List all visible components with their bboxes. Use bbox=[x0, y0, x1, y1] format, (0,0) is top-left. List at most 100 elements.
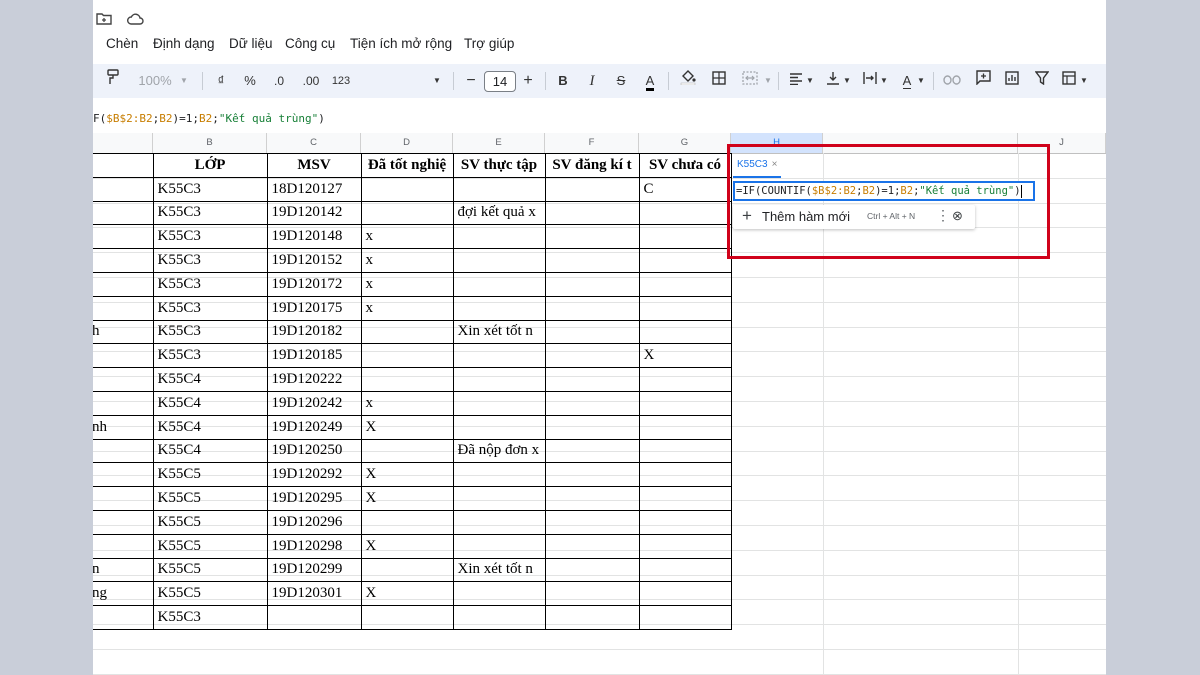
table-cell[interactable]: X bbox=[638, 343, 732, 369]
table-cell[interactable] bbox=[638, 462, 732, 488]
increase-decimal-button[interactable]: .00 bbox=[298, 64, 324, 98]
table-cell[interactable]: X bbox=[360, 414, 454, 440]
table-cell[interactable] bbox=[638, 224, 732, 250]
table-cell[interactable]: x bbox=[360, 295, 454, 321]
table-cell[interactable]: x bbox=[360, 271, 454, 297]
table-cell[interactable] bbox=[544, 248, 640, 273]
table-cell[interactable] bbox=[452, 390, 546, 416]
table-cell[interactable]: K55C5 bbox=[152, 581, 268, 607]
table-cell[interactable]: K55C3 bbox=[152, 200, 268, 226]
decrease-decimal-button[interactable]: .0 bbox=[268, 64, 290, 98]
table-cell[interactable] bbox=[638, 605, 732, 630]
formula-bar[interactable]: F($B$2:B2;B2)=1;B2;"Kết quả trùng") bbox=[93, 108, 1106, 130]
table-cell[interactable] bbox=[93, 462, 154, 488]
table-cell[interactable] bbox=[266, 605, 362, 630]
table-cell[interactable] bbox=[544, 319, 640, 345]
column-header-f[interactable]: F bbox=[545, 133, 639, 153]
table-cell[interactable]: K55C3 bbox=[152, 319, 268, 345]
column-header-c[interactable]: C bbox=[267, 133, 361, 153]
menu-format[interactable]: Định dạng bbox=[153, 36, 215, 51]
more-formats-button[interactable]: 123 bbox=[330, 64, 352, 98]
table-cell[interactable]: Đã nộp đơn x bbox=[452, 438, 546, 464]
table-cell[interactable]: x bbox=[360, 248, 454, 273]
text-rotation-icon[interactable]: A bbox=[898, 64, 916, 98]
font-chevron-down-icon[interactable]: ▼ bbox=[430, 64, 444, 98]
paint-format-icon[interactable] bbox=[103, 64, 123, 98]
menu-insert[interactable]: Chèn bbox=[106, 36, 138, 51]
header-cell[interactable]: SV chưa có bbox=[638, 153, 732, 178]
increase-font-size-button[interactable]: + bbox=[521, 64, 535, 98]
table-cell[interactable]: 19D120299 bbox=[266, 557, 362, 583]
table-cell[interactable] bbox=[452, 414, 546, 440]
table-cell[interactable]: 19D120295 bbox=[266, 486, 362, 511]
table-cell[interactable]: 19D120172 bbox=[266, 271, 362, 297]
horizontal-align-icon[interactable] bbox=[787, 64, 805, 98]
table-cell[interactable]: x bbox=[360, 390, 454, 416]
table-cell[interactable]: K55C3 bbox=[152, 605, 268, 630]
table-cell[interactable]: X bbox=[360, 486, 454, 511]
align-chevron-down-icon[interactable]: ▼ bbox=[805, 64, 815, 98]
table-cell[interactable]: K55C4 bbox=[152, 438, 268, 464]
rotation-chevron-down-icon[interactable]: ▼ bbox=[916, 64, 926, 98]
table-cell[interactable]: K55C4 bbox=[152, 367, 268, 392]
table-cell[interactable]: K55C5 bbox=[152, 462, 268, 488]
table-cell[interactable] bbox=[638, 414, 732, 440]
table-cell[interactable] bbox=[544, 295, 640, 321]
menu-help[interactable]: Trợ giúp bbox=[464, 36, 514, 51]
insert-comment-icon[interactable] bbox=[974, 64, 992, 98]
table-cell[interactable]: K55C5 bbox=[152, 486, 268, 511]
table-cell[interactable] bbox=[93, 509, 154, 535]
table-cell[interactable] bbox=[638, 367, 732, 392]
table-cell[interactable] bbox=[93, 271, 154, 297]
table-cell[interactable] bbox=[360, 557, 454, 583]
table-cell[interactable] bbox=[360, 605, 454, 630]
table-cell[interactable] bbox=[93, 605, 154, 630]
table-cell[interactable] bbox=[638, 295, 732, 321]
table-cell[interactable]: 19D120292 bbox=[266, 462, 362, 488]
table-cell[interactable] bbox=[93, 438, 154, 464]
table-cell[interactable]: K55C5 bbox=[152, 557, 268, 583]
table-cell[interactable] bbox=[638, 486, 732, 511]
table-cell[interactable]: 19D120301 bbox=[266, 581, 362, 607]
table-cell[interactable]: x bbox=[360, 224, 454, 250]
table-cell[interactable]: X bbox=[360, 581, 454, 607]
header-cell-a[interactable] bbox=[93, 153, 154, 178]
table-cell[interactable] bbox=[452, 224, 546, 250]
filter-icon[interactable] bbox=[1033, 64, 1051, 98]
cloud-status-icon[interactable] bbox=[126, 12, 144, 29]
menu-extensions[interactable]: Tiện ích mở rộng bbox=[350, 36, 452, 51]
header-cell[interactable]: SV thực tập bbox=[452, 153, 546, 178]
filter-views-icon[interactable] bbox=[1061, 64, 1079, 98]
table-cell[interactable] bbox=[93, 533, 154, 559]
table-cell[interactable] bbox=[93, 295, 154, 321]
column-header-g[interactable]: G bbox=[639, 133, 731, 153]
table-cell[interactable] bbox=[360, 319, 454, 345]
insert-chart-icon[interactable] bbox=[1003, 64, 1021, 98]
table-cell[interactable] bbox=[452, 581, 546, 607]
percent-format-button[interactable]: % bbox=[242, 64, 258, 98]
table-cell[interactable]: 19D120175 bbox=[266, 295, 362, 321]
menu-tools[interactable]: Công cụ bbox=[285, 36, 335, 51]
table-cell[interactable] bbox=[544, 557, 640, 583]
fill-color-icon[interactable] bbox=[679, 64, 697, 98]
table-cell[interactable]: K55C3 bbox=[152, 176, 268, 202]
table-cell[interactable]: h bbox=[93, 319, 154, 345]
table-cell[interactable]: 18D120127 bbox=[266, 176, 362, 202]
table-cell[interactable] bbox=[93, 224, 154, 250]
table-cell[interactable] bbox=[638, 248, 732, 273]
table-cell[interactable] bbox=[93, 343, 154, 369]
table-cell[interactable]: X bbox=[360, 533, 454, 559]
table-cell[interactable] bbox=[360, 200, 454, 226]
table-cell[interactable] bbox=[638, 581, 732, 607]
table-cell[interactable] bbox=[544, 224, 640, 250]
table-cell[interactable] bbox=[360, 176, 454, 202]
table-cell[interactable]: 19D120222 bbox=[266, 367, 362, 392]
table-cell[interactable] bbox=[544, 462, 640, 488]
move-folder-icon[interactable] bbox=[96, 12, 112, 29]
table-cell[interactable]: 19D120242 bbox=[266, 390, 362, 416]
merge-cells-icon[interactable] bbox=[740, 64, 760, 98]
table-cell[interactable]: 19D120185 bbox=[266, 343, 362, 369]
table-cell[interactable]: 19D120142 bbox=[266, 200, 362, 226]
insert-link-icon[interactable] bbox=[942, 64, 962, 98]
wrap-chevron-down-icon[interactable]: ▼ bbox=[879, 64, 889, 98]
